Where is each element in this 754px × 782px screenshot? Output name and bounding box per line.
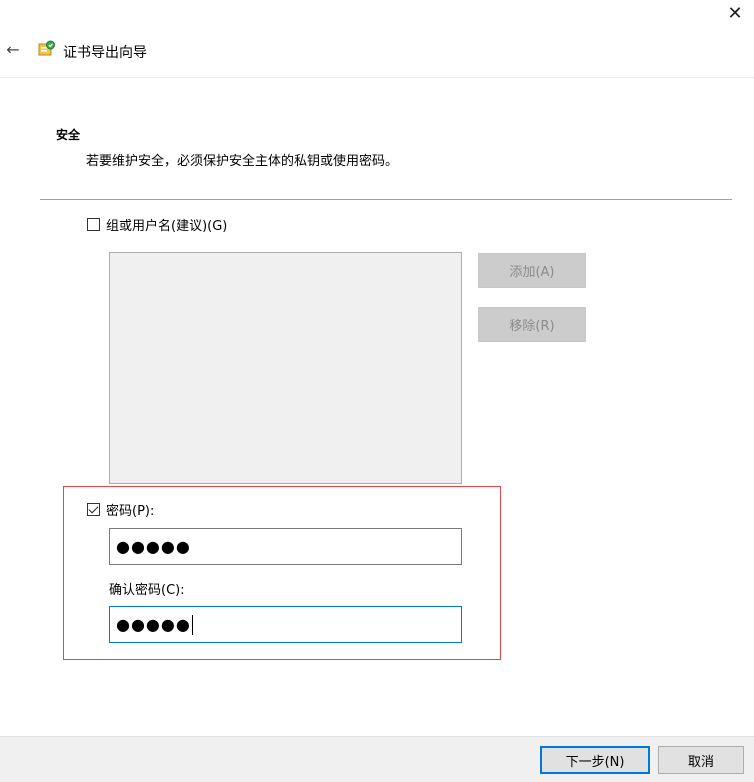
next-button[interactable]: 下一步(N): [540, 746, 650, 774]
cancel-button[interactable]: 取消: [658, 746, 744, 774]
close-icon: ✕: [727, 2, 743, 24]
close-button[interactable]: ✕: [724, 2, 746, 24]
confirm-password-label: 确认密码(C):: [109, 583, 185, 598]
add-button[interactable]: 添加(A): [478, 253, 586, 288]
wizard-title: 证书导出向导: [63, 45, 147, 61]
section-divider: [40, 199, 732, 200]
confirm-password-value: ●●●●●: [116, 615, 191, 634]
section-title: 安全: [56, 128, 81, 142]
password-value: ●●●●●: [116, 537, 191, 556]
password-input[interactable]: ●●●●●: [109, 528, 462, 565]
header-divider: [0, 77, 754, 78]
confirm-password-input[interactable]: ●●●●●: [109, 606, 462, 643]
group-checkbox[interactable]: [87, 218, 100, 231]
user-list[interactable]: [109, 252, 462, 484]
certificate-wizard-icon: [38, 40, 55, 56]
back-arrow-icon: ←: [6, 39, 20, 59]
password-checkbox-label[interactable]: 密码(P):: [106, 500, 154, 519]
text-caret: [191, 614, 193, 635]
section-description: 若要维护安全，必须保护安全主体的私钥或使用密码。: [86, 154, 399, 169]
remove-button[interactable]: 移除(R): [478, 307, 586, 342]
back-button[interactable]: ←: [4, 39, 22, 59]
group-checkbox-label[interactable]: 组或用户名(建议)(G): [106, 215, 227, 234]
password-checkbox[interactable]: [87, 503, 100, 516]
